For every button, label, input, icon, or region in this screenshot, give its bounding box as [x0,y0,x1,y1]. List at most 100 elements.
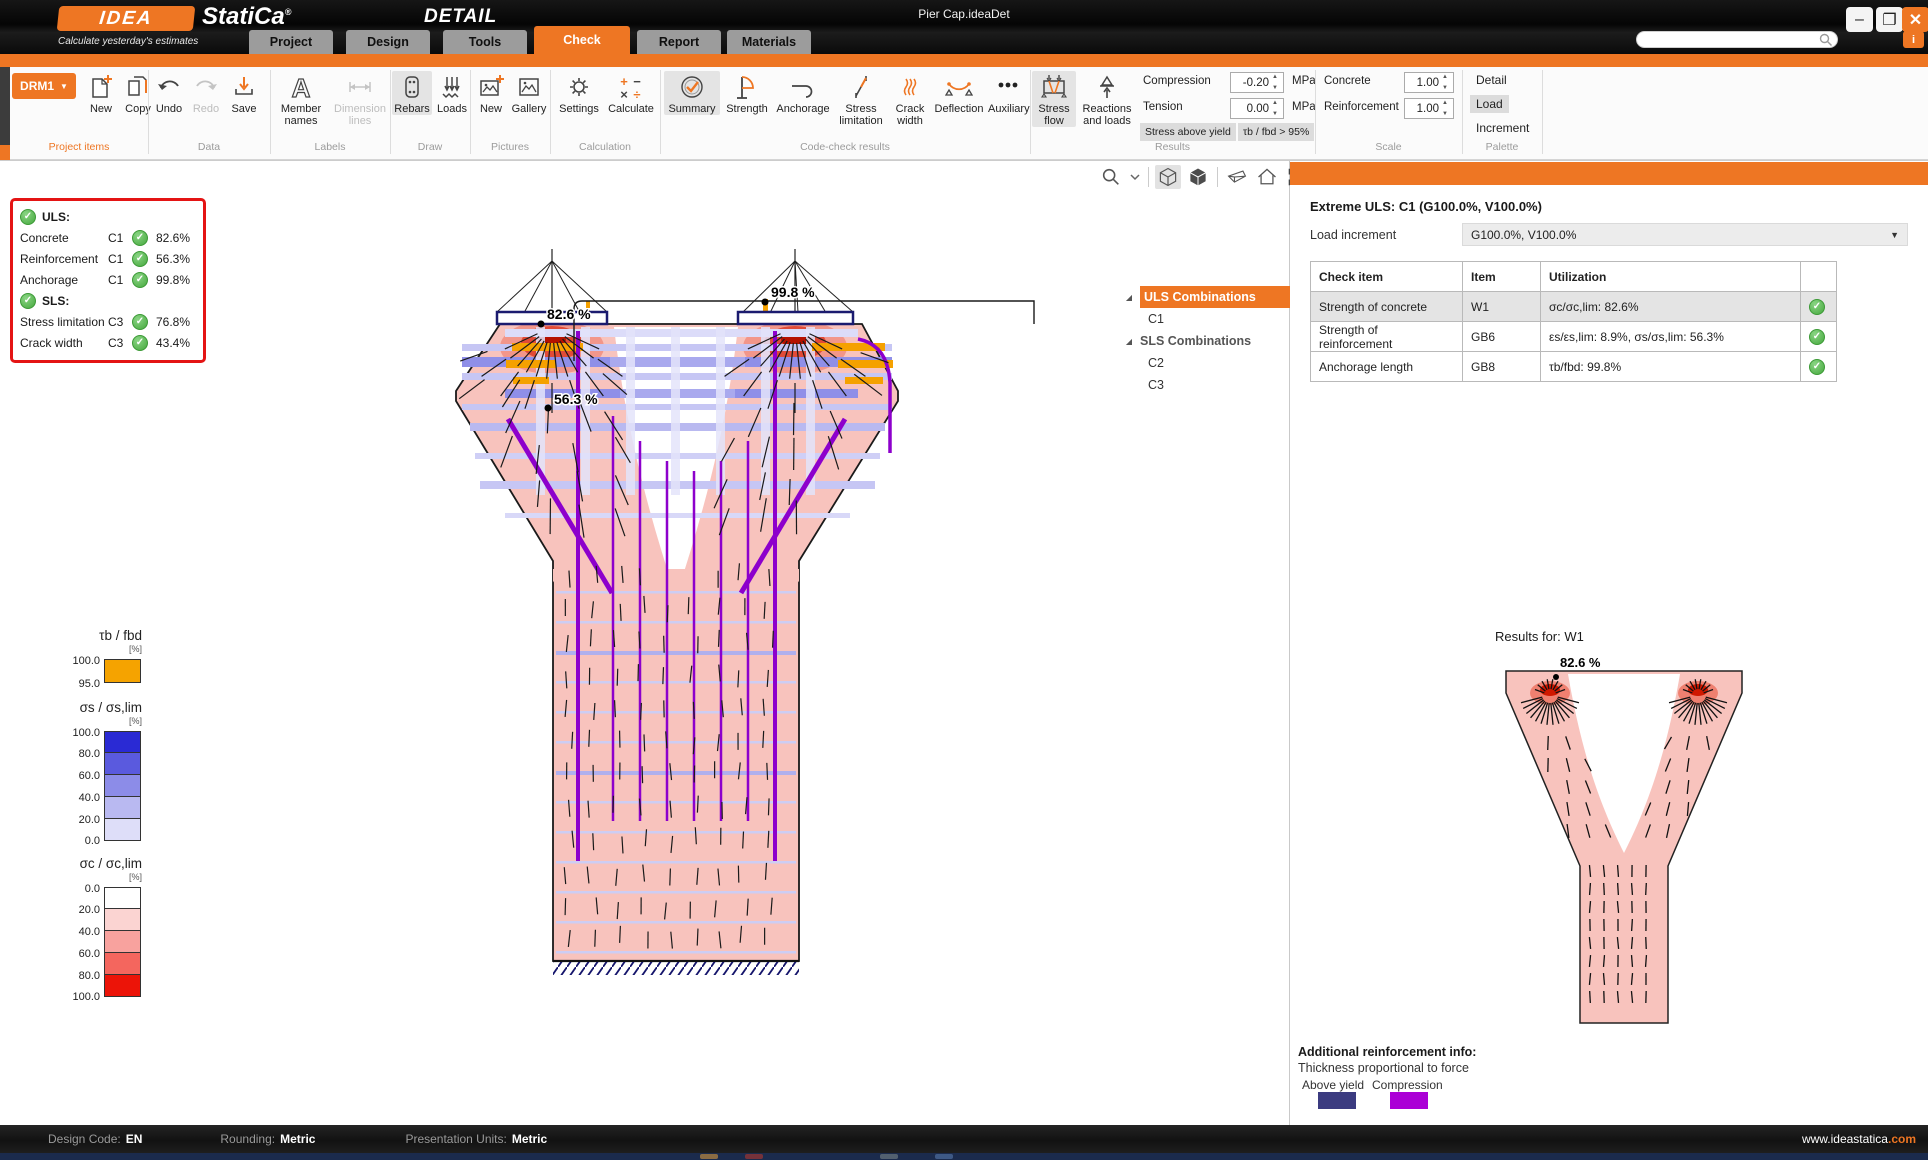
tab-report[interactable]: Report [637,30,721,54]
legend-unit: [%] [129,716,142,726]
zoom-options-chevron[interactable] [1128,165,1142,189]
taskbar-icon [700,1154,718,1159]
spinner-arrows-icon[interactable]: ▲▼ [1272,100,1281,117]
palette-increment[interactable]: Increment [1470,119,1535,137]
search-input[interactable] [1637,34,1819,46]
palette-detail[interactable]: Detail [1470,71,1513,89]
info-button[interactable]: i [1903,31,1924,48]
new-document-icon [84,72,118,102]
summary-button[interactable]: Summary [664,71,720,115]
rebars-button[interactable]: Rebars [392,71,432,115]
reinforcement-utilization-label: 56.3 % [554,391,598,407]
solid-view-button[interactable] [1185,165,1211,189]
spinner-arrows-icon[interactable]: ▲▼ [1442,100,1451,117]
tab-design[interactable]: Design [346,30,430,54]
group-label-calculation: Calculation [550,141,660,153]
reinforcement-scale-input[interactable]: 1.00▲▼ [1404,98,1454,119]
loads-icon [434,72,470,102]
tab-tools[interactable]: Tools [443,30,527,54]
anchorage-button[interactable]: Anchorage [774,71,832,115]
check-summary-box: ✓ULS: ConcreteC1✓82.6% ReinforcementC1✓5… [10,198,206,363]
crack-width-button[interactable]: Crack width [890,71,930,127]
taskbar-icon [935,1154,953,1159]
clipping-view-button[interactable] [1224,165,1250,189]
tree-uls-combinations[interactable]: ◢ ULS Combinations [1118,286,1290,308]
window-title: Pier Cap.ideaDet [0,7,1928,21]
collapse-triangle-icon[interactable]: ◢ [1118,337,1140,346]
stress-above-yield-toggle[interactable]: Stress above yield [1140,123,1236,141]
tab-project[interactable]: Project [249,30,333,54]
auxiliary-button[interactable]: Auxiliary [988,71,1028,115]
wireframe-view-button[interactable] [1155,165,1181,189]
button-label: Member names [274,103,328,127]
table-row[interactable]: Anchorage length GB8 τb/fbd: 99.8% ✓ [1311,352,1837,382]
stress-limitation-button[interactable]: Stress limitation [834,71,888,127]
tab-materials[interactable]: Materials [727,30,811,54]
summary-row-anchorage: AnchorageC1✓99.8% [20,269,196,290]
group-label-data: Data [148,141,270,153]
new-picture-button[interactable]: New [474,71,508,115]
legend-sigma-c-swatch [104,953,141,975]
rounding-item[interactable]: Rounding:Metric [220,1132,315,1146]
tb-fbd-toggle[interactable]: τb / fbd > 95% [1238,123,1314,141]
concrete-scale-input[interactable]: 1.00▲▼ [1404,72,1454,93]
model-canvas[interactable]: 82.6 % 99.8 % 56.3 % [0,161,1290,1126]
strength-button[interactable]: Strength [722,71,772,115]
redo-button[interactable]: Redo [189,71,223,115]
dimension-lines-button[interactable]: Dimension lines [332,71,388,127]
spinner-arrows-icon[interactable]: ▲▼ [1442,74,1451,91]
new-project-item-button[interactable]: New [84,71,118,115]
close-button[interactable]: ✕ [1902,7,1928,32]
panel-expand-handle[interactable] [0,145,10,160]
search-box[interactable] [1636,31,1838,48]
results-for-label: Results for: W1 [1495,629,1584,644]
presentation-units-item[interactable]: Presentation Units:Metric [405,1132,547,1146]
button-label: Strength [722,103,772,115]
table-row[interactable]: Strength of concrete W1 σc/σc,lim: 82.6%… [1311,292,1837,322]
viewport-toolbar [1098,164,1310,190]
legend-sigma-s-swatch [104,775,141,797]
crack-width-icon [890,72,930,102]
design-code-item[interactable]: Design Code:EN [48,1132,142,1146]
palette-load[interactable]: Load [1470,95,1509,113]
button-label: Crack width [890,103,930,127]
button-label: Stress flow [1032,103,1076,127]
website-link[interactable]: www.ideastatica.com [1802,1132,1916,1146]
load-increment-value: G100.0%, V100.0% [1471,228,1576,242]
gallery-button[interactable]: Gallery [510,71,548,115]
results-panel-header[interactable] [1290,162,1928,185]
reactions-button[interactable]: Reactions and loads [1078,71,1136,127]
collapse-triangle-icon[interactable]: ◢ [1118,293,1140,302]
spinner-arrows-icon[interactable]: ▲▼ [1272,74,1281,91]
button-label: New [474,103,508,115]
tree-item-c1[interactable]: C1 [1118,308,1290,330]
zoom-tool-button[interactable] [1098,165,1124,189]
table-row[interactable]: Strength of reinforcement GB6 εs/εs,lim:… [1311,322,1837,352]
project-item-selector[interactable]: DRM1▼ [12,73,76,99]
tree-sls-combinations[interactable]: ◢ SLS Combinations [1118,330,1290,352]
tension-input[interactable]: 0.00▲▼ [1230,98,1284,119]
member-names-button[interactable]: A Member names [274,71,328,127]
compression-input[interactable]: -0.20▲▼ [1230,72,1284,93]
save-button[interactable]: Save [226,71,262,115]
above-yield-label: Above yield [1302,1078,1364,1092]
tree-item-c2[interactable]: C2 [1118,352,1290,374]
maximize-button[interactable]: ❐ [1876,7,1903,32]
save-icon [226,72,262,102]
home-view-button[interactable] [1254,165,1280,189]
tree-item-c3[interactable]: C3 [1118,374,1290,396]
mini-utilization-label: 82.6 % [1560,655,1601,670]
deflection-button[interactable]: Deflection [932,71,986,115]
tab-check[interactable]: Check [534,26,630,54]
titlebar: IDEA StatiCa® DETAIL Calculate yesterday… [0,0,1928,54]
uls-title: ULS: [42,210,70,224]
project-item-selector-label: DRM1 [20,79,54,93]
settings-button[interactable]: Settings [554,71,604,115]
minimize-button[interactable]: – [1846,7,1873,32]
undo-button[interactable]: Undo [151,71,187,115]
load-increment-dropdown[interactable]: G100.0%, V100.0% ▼ [1462,223,1908,246]
calculate-button[interactable]: +−×÷ Calculate [606,71,656,115]
undo-icon [151,72,187,102]
loads-button[interactable]: Loads [434,71,470,115]
stress-flow-button[interactable]: Stress flow [1032,71,1076,127]
